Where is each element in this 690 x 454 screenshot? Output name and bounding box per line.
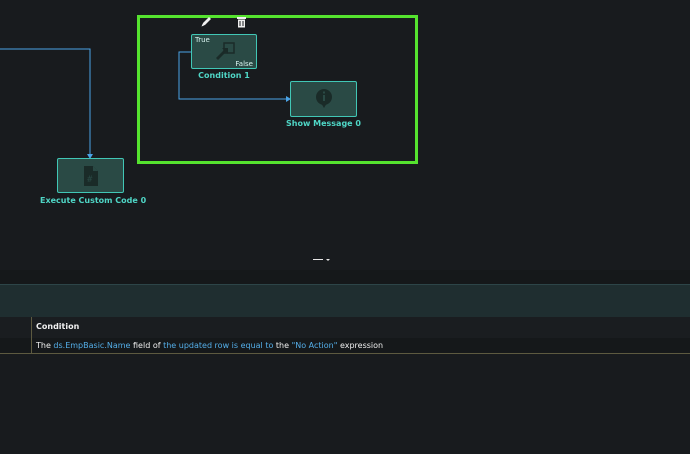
execute-custom-code-node[interactable]: # <box>57 158 124 193</box>
condition-column-header[interactable]: Condition <box>36 322 79 331</box>
condition-grid-header: Condition <box>0 317 690 339</box>
workflow-canvas[interactable]: True False Condition 1 Show Message 0 # … <box>0 0 690 270</box>
panel-gap <box>0 270 690 284</box>
field-link[interactable]: ds.EmpBasic.Name <box>53 341 130 350</box>
execute-custom-code-node-label: Execute Custom Code 0 <box>40 196 147 205</box>
empty-grid-area <box>0 354 690 454</box>
expr-text-4: expression <box>337 341 384 350</box>
expr-text-2: field of <box>130 341 164 350</box>
column-separator <box>31 338 32 353</box>
show-message-node[interactable] <box>290 81 357 117</box>
info-bubble-icon <box>314 88 334 114</box>
selection-rectangle <box>137 15 418 164</box>
show-message-node-label: Show Message 0 <box>286 119 361 128</box>
wire-to-execute-code <box>0 48 91 156</box>
condition-false-label: False <box>235 60 253 68</box>
condition-node-label: Condition 1 <box>198 71 250 80</box>
svg-text:#: # <box>87 175 93 185</box>
collapse-panel-handle[interactable] <box>312 250 332 261</box>
expr-text-3: the <box>273 341 292 350</box>
row-operator-link[interactable]: the updated row is equal to <box>163 341 273 350</box>
table-row[interactable]: The ds.EmpBasic.Name field of the update… <box>0 338 690 354</box>
value-link[interactable]: "No Action" <box>292 341 338 350</box>
condition-expression-text: The ds.EmpBasic.Name field of the update… <box>36 341 383 350</box>
condition-icon <box>212 40 236 66</box>
expr-text-1: The <box>36 341 54 350</box>
pencil-icon[interactable] <box>200 15 213 30</box>
condition-true-label: True <box>195 36 210 44</box>
code-file-icon: # <box>82 165 100 191</box>
condition-node[interactable]: True False <box>191 34 257 69</box>
trash-icon[interactable] <box>236 16 247 30</box>
column-separator <box>31 317 32 338</box>
properties-panel-header <box>0 284 690 319</box>
